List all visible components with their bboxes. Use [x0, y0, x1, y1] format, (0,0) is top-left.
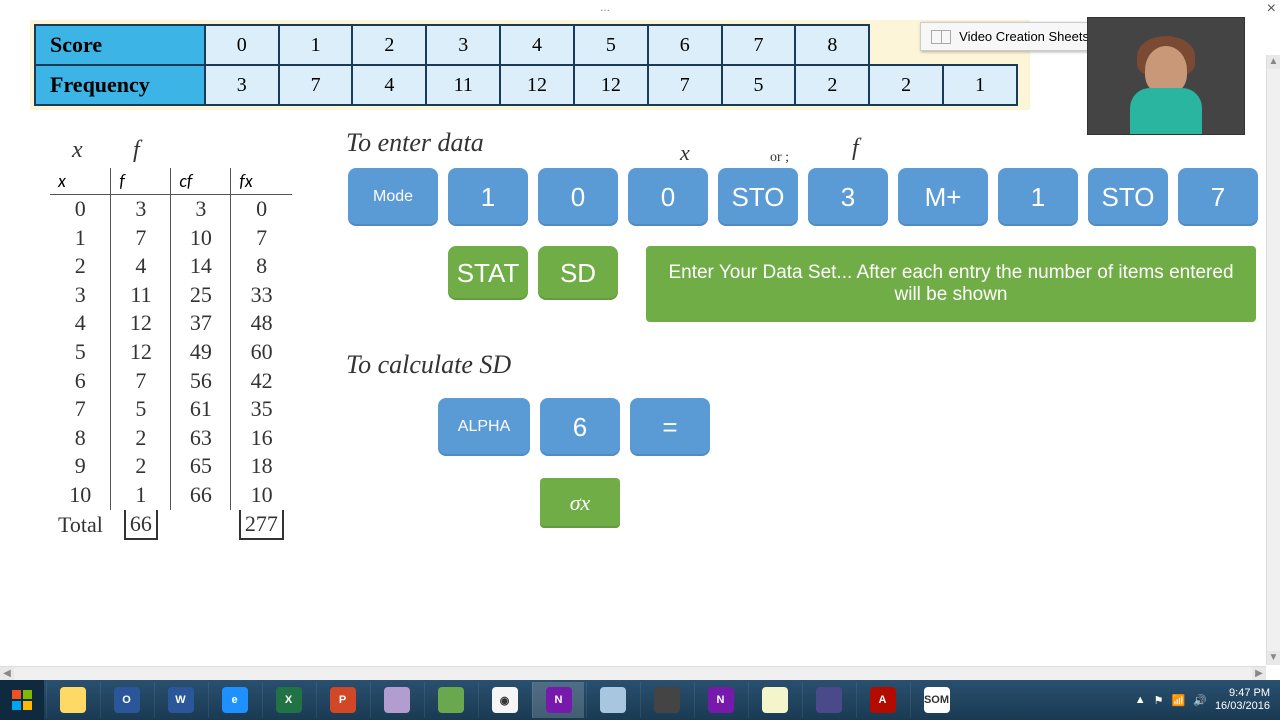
table-row: 1016610: [50, 481, 292, 510]
flag-icon[interactable]: ⚑: [1154, 694, 1164, 707]
info-message: Enter Your Data Set... After each entry …: [646, 246, 1256, 322]
scroll-up-icon[interactable]: ▲: [1267, 55, 1280, 69]
start-button[interactable]: [0, 680, 44, 720]
button-row-sd: ALPHA 6 =: [438, 398, 710, 456]
taskbar-excel[interactable]: X: [262, 682, 314, 718]
handwriting-f: f: [133, 137, 140, 164]
alpha-button[interactable]: ALPHA: [438, 398, 530, 456]
col-fx-header: fx: [231, 168, 292, 195]
score-header: Score: [35, 25, 205, 65]
windows-icon: [12, 690, 32, 710]
sto-button-b[interactable]: STO: [1088, 168, 1168, 226]
mode-button[interactable]: Mode: [348, 168, 438, 226]
table-row: 826316: [50, 424, 292, 453]
table-row: Score 0 1 2 3 4 5 6 7 8: [35, 25, 1017, 65]
taskbar-chrome[interactable]: ◉: [478, 682, 530, 718]
taskbar-powerpoint[interactable]: P: [316, 682, 368, 718]
col-f-header: f: [111, 168, 171, 195]
taskbar-file-explorer[interactable]: [46, 682, 98, 718]
handwriting-arrow: or ;: [770, 150, 789, 166]
sigma-x-button[interactable]: σx: [540, 478, 620, 528]
system-tray[interactable]: ▲ ⚑ 📶 🔊 9:47 PM 16/03/2016: [1135, 687, 1280, 713]
total-label: Total: [50, 510, 111, 541]
scroll-right-icon[interactable]: ▶: [1252, 667, 1266, 680]
notification-popup[interactable]: Video Creation Sheets: [920, 22, 1100, 51]
horizontal-scrollbar[interactable]: ◀ ▶: [0, 666, 1266, 680]
taskbar-som[interactable]: SOM: [910, 682, 962, 718]
scroll-left-icon[interactable]: ◀: [0, 667, 14, 680]
wifi-icon[interactable]: 📶: [1172, 694, 1186, 707]
score-frequency-table: Score 0 1 2 3 4 5 6 7 8 Frequency 3 7 4 …: [30, 20, 1030, 110]
taskbar-adobe[interactable]: A: [856, 682, 908, 718]
table-row: 5124960: [50, 338, 292, 367]
taskbar-app2[interactable]: [424, 682, 476, 718]
stat-button[interactable]: STAT: [448, 246, 528, 300]
frequency-data-table: x f cf fx 033017107241483112533412374851…: [50, 168, 292, 540]
sto-button[interactable]: STO: [718, 168, 798, 226]
button-row-sigma: σx: [540, 478, 620, 528]
mplus-button[interactable]: M+: [898, 168, 988, 226]
table-row: 17107: [50, 224, 292, 253]
title-ellipsis: ...: [600, 0, 610, 14]
table-row: 756135: [50, 395, 292, 424]
handwriting-enter-data: To enter data: [346, 128, 484, 158]
sd-button[interactable]: SD: [538, 246, 618, 300]
volume-icon[interactable]: 🔊: [1193, 694, 1207, 707]
num-7-button[interactable]: 7: [1178, 168, 1258, 226]
num-1-button[interactable]: 1: [448, 168, 528, 226]
scroll-down-icon[interactable]: ▼: [1267, 651, 1280, 665]
taskbar-ie[interactable]: e: [208, 682, 260, 718]
table-row: 0330: [50, 195, 292, 224]
button-row-enter-data: Mode 1 0 0 STO 3 M+ 1 STO 7: [348, 168, 1258, 226]
col-x-header: x: [50, 168, 111, 195]
equals-button[interactable]: =: [630, 398, 710, 456]
taskbar-onenote2[interactable]: N: [694, 682, 746, 718]
frequency-header: Frequency: [35, 65, 205, 105]
close-button[interactable]: ×: [1267, 0, 1276, 18]
taskbar-app1[interactable]: [370, 682, 422, 718]
table-row: 926518: [50, 452, 292, 481]
taskbar-outlook[interactable]: O: [100, 682, 152, 718]
table-row: 4123748: [50, 309, 292, 338]
tray-icon[interactable]: ▲: [1135, 694, 1146, 706]
num-0-button[interactable]: 0: [538, 168, 618, 226]
num-1-button-b[interactable]: 1: [998, 168, 1078, 226]
total-fx: 277: [239, 510, 284, 541]
handwriting-x2: x: [680, 140, 690, 166]
taskbar-notepad[interactable]: [748, 682, 800, 718]
webcam-feed: [1087, 17, 1245, 135]
taskbar-app4[interactable]: [802, 682, 854, 718]
handwriting-x: x: [72, 137, 83, 164]
popup-title: Video Creation Sheets: [959, 29, 1089, 44]
vertical-scrollbar[interactable]: ▲ ▼: [1266, 55, 1280, 665]
taskbar: OWeXP◉NNASOM ▲ ⚑ 📶 🔊 9:47 PM 16/03/2016: [0, 680, 1280, 720]
taskbar-word[interactable]: W: [154, 682, 206, 718]
table-row: 675642: [50, 367, 292, 396]
num-6-button[interactable]: 6: [540, 398, 620, 456]
taskbar-calc[interactable]: [586, 682, 638, 718]
handwriting-calc-sd: To calculate SD: [346, 350, 511, 380]
clock[interactable]: 9:47 PM 16/03/2016: [1215, 687, 1270, 713]
table-row: Frequency 3 7 4 11 12 12 7 5 2 2 1: [35, 65, 1017, 105]
num-0-button-b[interactable]: 0: [628, 168, 708, 226]
handwriting-f2: f: [852, 135, 859, 162]
col-cf-header: cf: [171, 168, 231, 195]
table-row: 3112533: [50, 281, 292, 310]
book-icon: [931, 30, 951, 44]
table-row: 24148: [50, 252, 292, 281]
taskbar-onenote[interactable]: N: [532, 682, 584, 718]
button-row-stat: STAT SD Enter Your Data Set... After eac…: [448, 246, 1256, 322]
taskbar-app3[interactable]: [640, 682, 692, 718]
num-3-button[interactable]: 3: [808, 168, 888, 226]
total-f: 66: [124, 510, 158, 541]
